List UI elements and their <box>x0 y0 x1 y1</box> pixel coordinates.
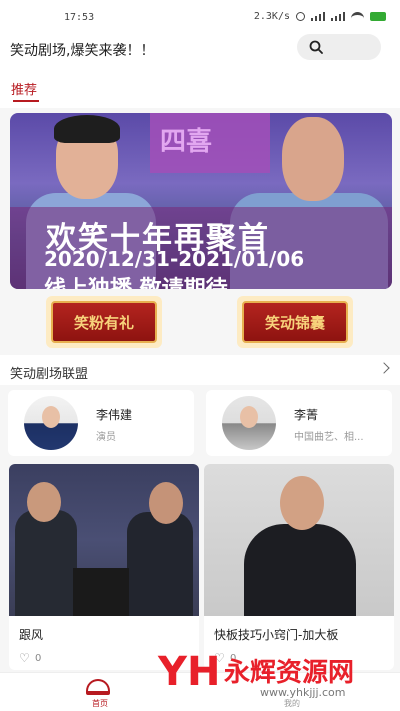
artist-card[interactable]: 李菁 中国曲艺、相... <box>206 390 392 456</box>
nav-home-label[interactable]: 首页 <box>92 698 108 709</box>
alarm-icon <box>296 12 305 21</box>
video-card[interactable]: 快板技巧小窍门-加大板 ♡ 0 <box>204 464 394 670</box>
top-bar: 笑动剧场,爆笑来袭！！ <box>0 34 400 74</box>
watermark-logo: YH <box>158 649 221 695</box>
banner-subtitle: 线上独播 敬请期待 <box>44 271 228 289</box>
search-icon <box>309 40 323 54</box>
promo-banner[interactable]: 四喜 欢笑十年再聚首 2020/12/31-2021/01/06 线上独播 敬请… <box>10 113 392 289</box>
app-slogan: 笑动剧场,爆笑来袭！！ <box>10 43 155 59</box>
smile-bag-label: 笑动锦囊 <box>242 301 348 343</box>
video-title: 跟风 <box>19 628 44 642</box>
tab-active-indicator <box>13 100 39 102</box>
watermark: YH 永辉资源网 www.yhkjjj.com <box>158 650 398 710</box>
like-count: 0 <box>35 653 42 664</box>
banner-date: 2020/12/31-2021/01/06 <box>44 247 305 271</box>
status-time: 17:53 <box>64 12 95 23</box>
artist-name: 李伟建 <box>96 408 133 422</box>
video-thumbnail <box>9 464 199 616</box>
tab-bar: 推荐 <box>0 74 400 108</box>
net-speed: 2.3K/s <box>253 11 290 22</box>
video-card[interactable]: 跟风 ♡ 0 <box>9 464 199 670</box>
performer-left-hair <box>54 115 120 143</box>
watermark-name: 永辉资源网 <box>224 658 355 688</box>
fans-gift-button[interactable]: 笑粉有礼 <box>46 296 162 348</box>
artist-card[interactable]: 李伟建 演员 <box>8 390 194 456</box>
heart-icon[interactable]: ♡ <box>19 652 30 664</box>
fan-icon[interactable] <box>86 679 110 695</box>
search-button[interactable] <box>297 34 381 60</box>
avatar <box>24 396 78 450</box>
performer-right-head <box>282 117 344 201</box>
banner-backdrop-text: 四喜 <box>160 127 213 157</box>
status-bar: 17:53 2.3K/s <box>0 0 400 34</box>
artist-role: 演员 <box>96 432 116 443</box>
fans-gift-label: 笑粉有礼 <box>51 301 157 343</box>
status-icons: 2.3K/s <box>254 11 386 22</box>
signal-icon-2 <box>331 12 345 21</box>
alliance-header[interactable]: 笑动剧场联盟 <box>0 355 400 385</box>
video-thumbnail <box>204 464 394 616</box>
artist-role: 中国曲艺、相... <box>294 432 364 443</box>
tab-recommend[interactable]: 推荐 <box>11 79 37 98</box>
alliance-title: 笑动剧场联盟 <box>10 367 89 382</box>
signal-icon <box>311 12 325 21</box>
video-title: 快板技巧小窍门-加大板 <box>214 628 339 642</box>
chevron-right-icon <box>378 362 390 374</box>
artist-name: 李菁 <box>294 408 319 422</box>
wifi-icon <box>351 12 364 21</box>
battery-icon <box>370 12 386 21</box>
watermark-url: www.yhkjjj.com <box>260 686 346 699</box>
smile-bag-button[interactable]: 笑动锦囊 <box>237 296 353 348</box>
avatar <box>222 396 276 450</box>
